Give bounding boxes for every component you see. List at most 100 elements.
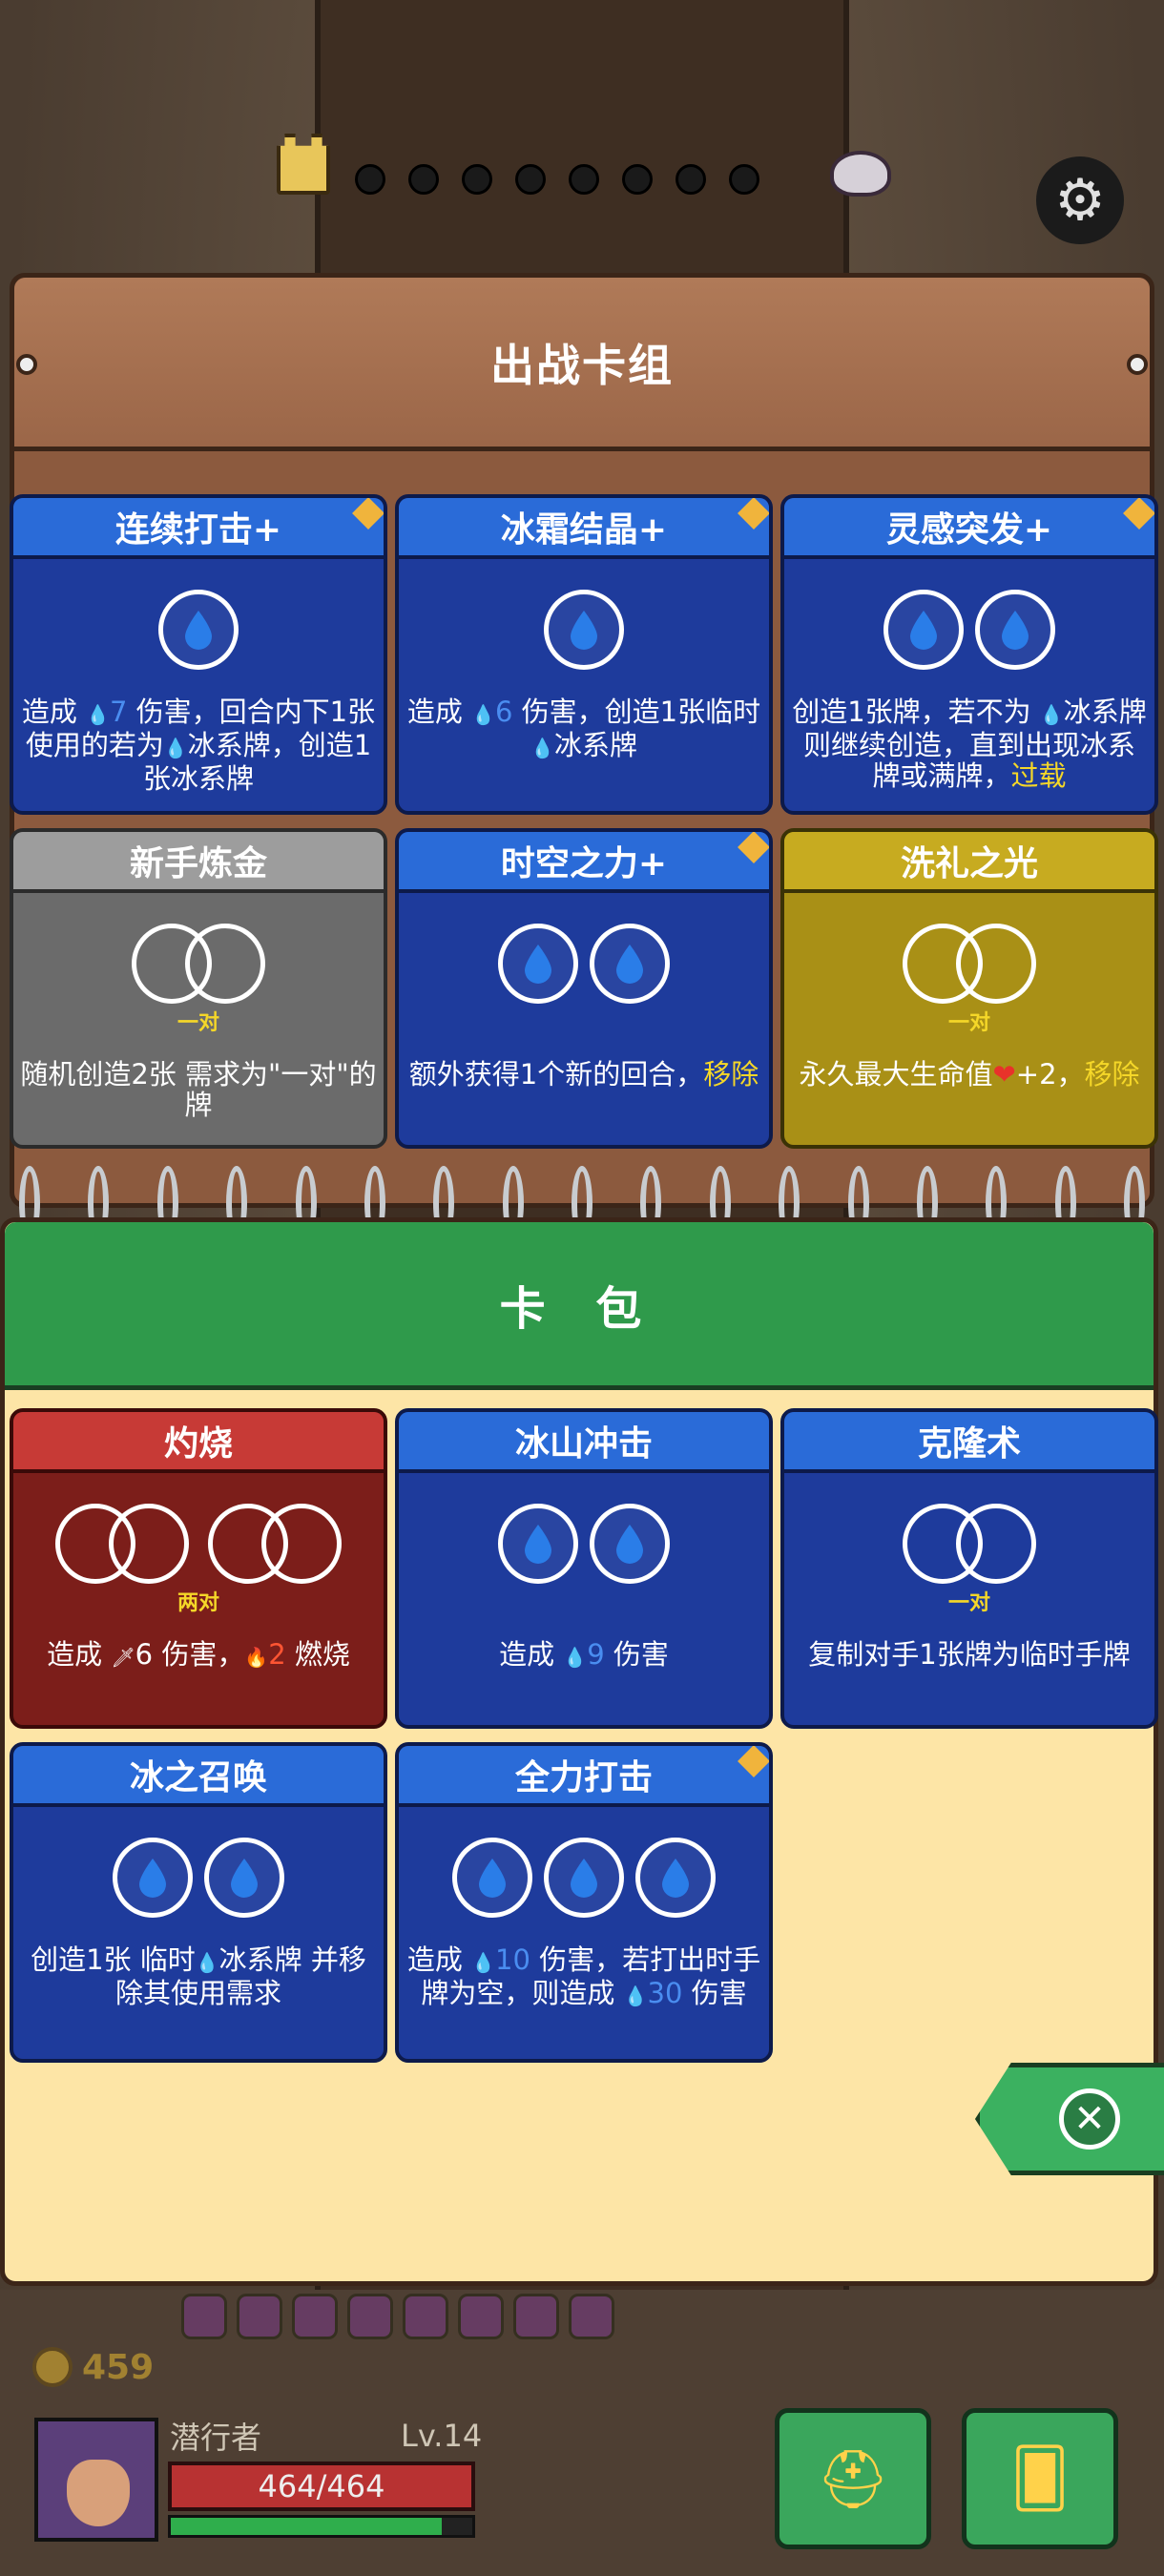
card[interactable]: 灼烧 两对 造成 🗡6 伤害，🔥2 燃烧 [10,1408,387,1729]
ice-drop-icon [883,590,964,670]
card-requirement [13,1504,384,1584]
relic-icon [403,2294,448,2339]
card-title-ribbon: 时空之力+ [399,832,769,893]
helmet-button[interactable]: ⛑ [775,2408,931,2549]
card-name: 洗礼之光 [900,844,1038,883]
deck-card-grid: 连续打击+ 造成 💧7 伤害，回合内下1张使用的若为💧冰系牌，创造1张冰系牌 冰霜结… [10,494,1158,1149]
desc-text: 30 [647,1977,683,2009]
relic-icon [513,2294,559,2339]
relic-icon [292,2294,338,2339]
stage-dot [569,164,599,195]
nail-icon [1127,354,1148,375]
stage-dot [729,164,759,195]
cards-icon: 🂠 [1010,2445,1070,2512]
relic-icon [347,2294,393,2339]
pair-rings-icon [208,1504,342,1584]
player-name: 潜行者 [170,2420,262,2456]
inline-icon: 💧 [623,1984,648,2007]
ice-drop-icon [544,590,624,670]
card-name: 灵感突发+ [885,510,1053,550]
hp-text: 464/464 [258,2468,385,2504]
helmet-icon: ⛑ [816,2445,890,2513]
card[interactable]: 全力打击 造成 💧10 伤害，若打出时手牌为空，则造成 💧30 伤害 [395,1742,773,2063]
inline-icon: 💧 [471,703,495,726]
desc-text: 过载 [1010,759,1067,792]
card-name: 冰霜结晶+ [500,510,668,550]
relic-icon [458,2294,504,2339]
pair-rings-icon [903,924,1036,1004]
card-requirement [399,924,769,1004]
card-name: 连续打击+ [114,510,282,550]
ice-drop-icon [452,1838,532,1918]
card-title-ribbon: 连续打击+ [13,498,384,559]
card[interactable]: 灵感突发+ 创造1张牌，若不为 💧冰系牌则继续创造，直到出现冰系牌或满牌，过载 [780,494,1158,815]
inline-icon: 🔥 [244,1646,269,1669]
card-title-ribbon: 冰山冲击 [399,1412,769,1473]
card-title-ribbon: 冰之召唤 [13,1746,384,1807]
desc-text: +2， [1015,1058,1085,1091]
card-requirement [399,590,769,670]
stage-dot [408,164,439,195]
card-requirement [784,1504,1154,1584]
pair-rings-icon [55,1504,189,1584]
requirement-label: 一对 [947,1011,990,1035]
card[interactable]: 冰霜结晶+ 造成 💧6 伤害，创造1张临时💧冰系牌 [395,494,773,815]
inline-icon: 💧 [530,737,554,759]
card[interactable]: 连续打击+ 造成 💧7 伤害，回合内下1张使用的若为💧冰系牌，创造1张冰系牌 [10,494,387,815]
card-description: 造成 💧9 伤害 [405,1639,763,1672]
card-requirement [399,1838,769,1918]
ice-drop-icon [498,924,578,1004]
card-requirement [399,1504,769,1584]
card[interactable]: 时空之力+ 额外获得1个新的回合，移除 [395,828,773,1149]
desc-text: 创造1张牌，若不为 [792,696,1040,728]
inline-icon: 💧 [86,703,110,726]
card-name: 冰之召唤 [129,1758,267,1797]
ice-drop-icon [590,1504,670,1584]
desc-text: 6 伤害， [135,1638,245,1671]
relic-icon [237,2294,282,2339]
desc-text: 2 [268,1638,286,1671]
desc-text: 燃烧 [285,1638,350,1671]
card-description: 复制对手1张牌为临时手牌 [790,1639,1149,1670]
desc-text: 冰系牌 [553,729,637,761]
card-description: 创造1张 临时💧冰系牌 并移除其使用需求 [19,1944,378,2008]
stage-dot [355,164,385,195]
requirement-label: 一对 [947,1591,990,1615]
close-button[interactable]: ✕ [975,2063,1164,2175]
card[interactable]: 冰山冲击造成 💧9 伤害 [395,1408,773,1729]
desc-text: 随机创造2张 需求为"一对"的牌 [20,1058,377,1121]
card[interactable]: 洗礼之光一对永久最大生命值❤+2，移除 [780,828,1158,1149]
requirement-label: 两对 [177,1591,219,1615]
pair-rings-icon [132,924,265,1004]
card-requirement [784,590,1154,670]
card[interactable]: 克隆术 一对 复制对手1张牌为临时手牌 [780,1408,1158,1729]
ice-drop-icon [158,590,239,670]
avatar[interactable] [34,2418,158,2542]
card-requirement [13,924,384,1004]
card-requirement [13,1838,384,1918]
desc-text: 伤害 [604,1638,669,1671]
inline-icon: 💧 [471,1951,495,1974]
ice-drop-icon [498,1504,578,1584]
desc-text: 造成 [406,1943,472,1976]
stage-dot [676,164,706,195]
cards-button[interactable]: 🂠 [962,2408,1118,2549]
inline-icon: 💧 [1039,703,1064,726]
stage-dot [462,164,492,195]
card-description: 额外获得1个新的回合，移除 [405,1059,763,1090]
desc-text: 造成 [47,1638,112,1671]
inline-icon: 🗡 [111,1646,135,1669]
gold-counter: 459 [32,2347,154,2387]
desc-text: 复制对手1张牌为临时手牌 [808,1638,1131,1671]
card-description: 永久最大生命值❤+2，移除 [790,1059,1149,1090]
ice-drop-icon [113,1838,193,1918]
pack-card-grid: 灼烧 两对 造成 🗡6 伤害，🔥2 燃烧 冰山冲击 造成 💧9 伤害 克隆术 一对 复制对手1… [10,1408,1158,2063]
castle-icon [277,134,330,195]
card[interactable]: 新手炼金 一对 随机创造2张 需求为"一对"的牌 [10,828,387,1149]
stage-dot [515,164,546,195]
stage-dots [355,164,759,195]
desc-text: 额外获得1个新的回合， [408,1058,704,1091]
gear-icon[interactable]: ⚙ [1036,156,1124,244]
relic-bar [181,2294,614,2339]
card[interactable]: 冰之召唤创造1张 临时💧冰系牌 并移除其使用需求 [10,1742,387,2063]
